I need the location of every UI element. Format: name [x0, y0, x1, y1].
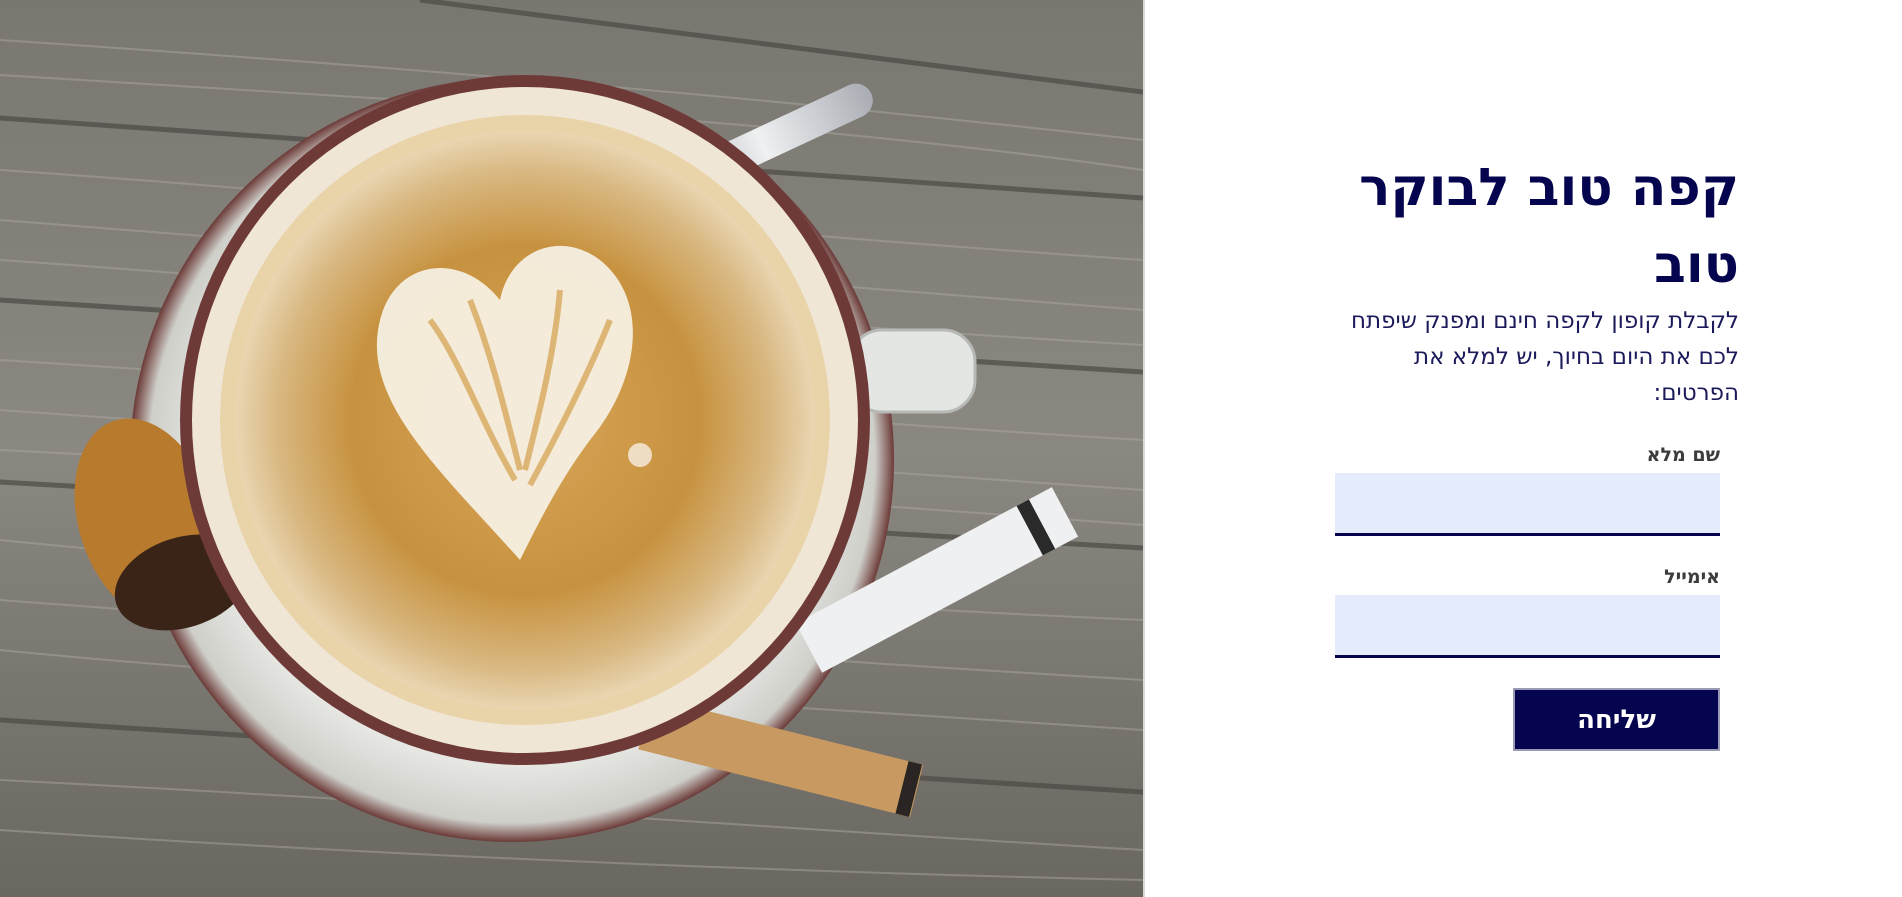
page-title: קפה טוב לבוקר טוב	[1359, 158, 1739, 295]
page: קפה טוב לבוקר טוב לקבלת קופון לקפה חינם …	[0, 0, 1902, 897]
email-input[interactable]	[1335, 595, 1720, 658]
intro-text: לקבלת קופון לקפה חינם ומפנק שיפתח לכם את…	[1350, 308, 1739, 406]
full-name-input[interactable]	[1335, 473, 1720, 536]
signup-panel: קפה טוב לבוקר טוב לקבלת קופון לקפה חינם …	[1145, 0, 1902, 897]
email-label: אימייל	[1664, 566, 1720, 588]
hero-photo	[0, 0, 1143, 897]
full-name-label: שם מלא	[1646, 444, 1720, 466]
coffee-cup-image	[0, 0, 1143, 897]
submit-button[interactable]: שליחה	[1513, 688, 1720, 751]
